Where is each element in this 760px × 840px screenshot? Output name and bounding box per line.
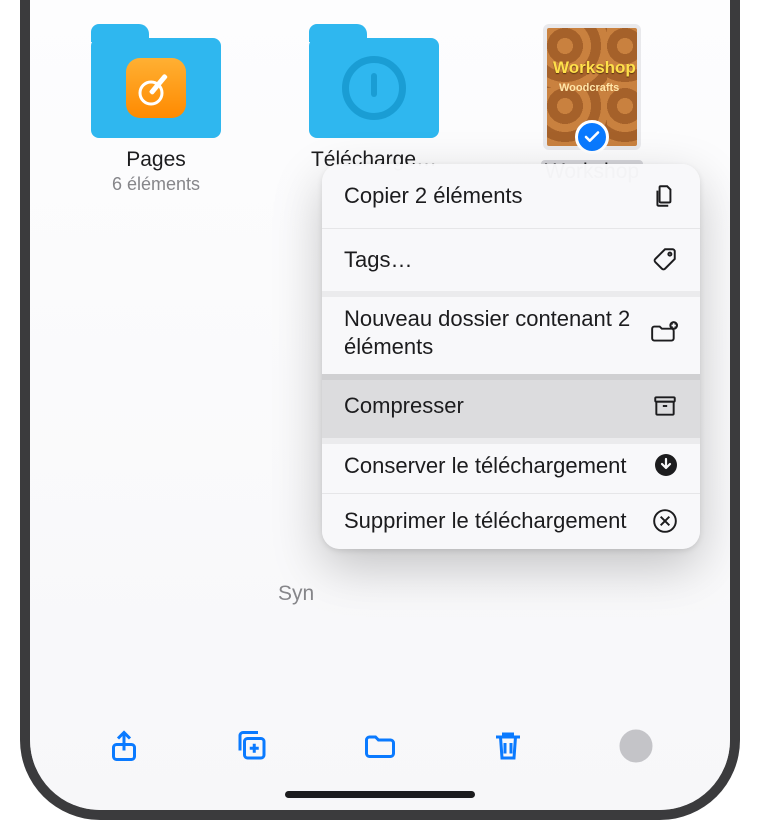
folder-icon xyxy=(91,38,221,138)
menu-tags[interactable]: Tags… xyxy=(322,228,700,292)
menu-copy[interactable]: Copier 2 éléments xyxy=(322,164,700,228)
remove-circle-icon xyxy=(652,508,678,534)
tag-icon xyxy=(652,246,678,272)
bottom-toolbar xyxy=(30,724,730,768)
duplicate-button[interactable] xyxy=(230,724,274,768)
item-title: Pages xyxy=(126,148,186,172)
menu-label: Nouveau dossier contenant 2 éléments xyxy=(344,305,650,360)
folder-icon xyxy=(309,38,439,138)
delete-button[interactable] xyxy=(486,724,530,768)
share-button[interactable] xyxy=(102,724,146,768)
home-indicator[interactable] xyxy=(285,791,475,798)
thumb-title: Workshop xyxy=(553,58,636,78)
folder-item-pages[interactable]: Pages 6 éléments xyxy=(76,24,236,195)
menu-label: Compresser xyxy=(344,392,652,420)
menu-keep-download[interactable]: Conserver le téléchargement xyxy=(322,438,700,494)
archive-icon xyxy=(652,393,678,419)
clock-icon xyxy=(342,56,406,120)
more-button[interactable] xyxy=(614,724,658,768)
file-thumbnail: Workshop Woodcrafts xyxy=(543,24,641,150)
item-subtitle: 6 éléments xyxy=(112,174,200,195)
device-frame: Pages 6 éléments Télécharge… Workshop Wo… xyxy=(20,0,740,820)
files-screen: Pages 6 éléments Télécharge… Workshop Wo… xyxy=(30,0,730,810)
pages-app-icon xyxy=(126,58,186,118)
copy-icon xyxy=(652,183,678,209)
menu-label: Supprimer le téléchargement xyxy=(344,507,652,535)
thumb-subtitle: Woodcrafts xyxy=(559,82,619,94)
move-button[interactable] xyxy=(358,724,402,768)
context-menu: Copier 2 éléments Tags… Nouveau dossier … xyxy=(322,164,700,549)
download-filled-icon xyxy=(654,453,678,477)
sync-status-partial: Syn xyxy=(278,582,314,606)
menu-label: Conserver le téléchargement xyxy=(344,452,654,480)
selection-check-icon xyxy=(575,120,609,154)
menu-remove-download[interactable]: Supprimer le téléchargement xyxy=(322,493,700,549)
menu-compress[interactable]: Compresser xyxy=(322,374,700,438)
menu-label: Copier 2 éléments xyxy=(344,182,652,210)
menu-label: Tags… xyxy=(344,246,652,274)
new-folder-icon xyxy=(650,320,678,346)
menu-new-folder[interactable]: Nouveau dossier contenant 2 éléments xyxy=(322,291,700,374)
